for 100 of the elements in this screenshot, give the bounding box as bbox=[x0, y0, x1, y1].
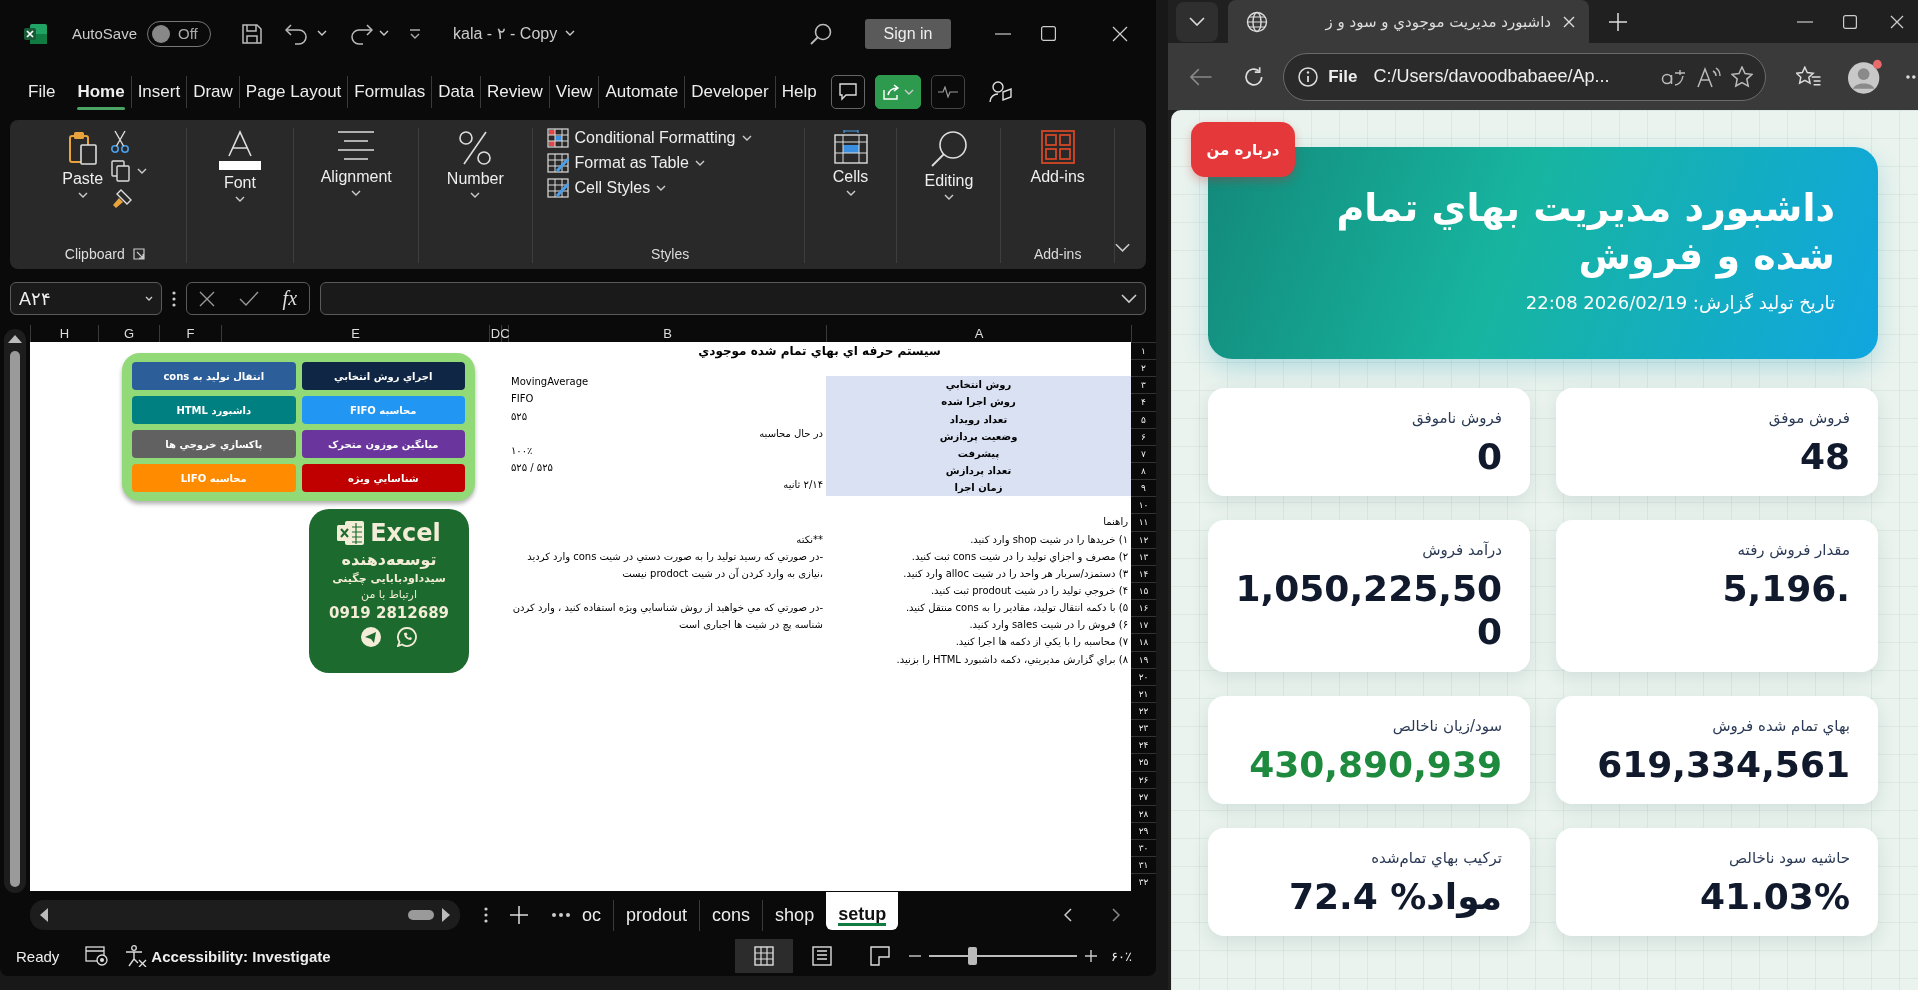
view-button[interactable] bbox=[735, 939, 793, 973]
caret-icon[interactable] bbox=[565, 30, 576, 37]
number-button[interactable]: Number bbox=[446, 128, 504, 199]
cells-button[interactable]: Cells bbox=[832, 128, 869, 197]
row-header[interactable]: ۲۴ bbox=[1131, 736, 1156, 754]
formula-input[interactable] bbox=[320, 282, 1146, 315]
more-menu-icon[interactable] bbox=[1906, 74, 1918, 79]
minimize-icon[interactable] bbox=[1797, 20, 1813, 23]
row-header[interactable]: ۱۶ bbox=[1131, 599, 1156, 617]
row-header[interactable]: ۱۸ bbox=[1131, 633, 1156, 651]
scrollbar-thumb[interactable] bbox=[408, 910, 434, 920]
macro-button[interactable]: میانگین موزون متحرک bbox=[301, 430, 465, 458]
favorites-icon[interactable] bbox=[1795, 65, 1822, 88]
sheet-tab[interactable]: setup bbox=[826, 892, 899, 930]
back-arrow-icon[interactable] bbox=[1190, 67, 1212, 86]
activity-button[interactable] bbox=[930, 75, 965, 109]
macro-button[interactable]: پاکسازي خروجي ها bbox=[132, 430, 296, 458]
row-header[interactable]: ۲۳ bbox=[1131, 719, 1156, 737]
star-icon[interactable] bbox=[1730, 65, 1753, 88]
more-options-icon[interactable] bbox=[172, 290, 176, 307]
styles-command[interactable]: Conditional Formatting bbox=[546, 128, 752, 148]
row-header[interactable]: ۴ bbox=[1131, 393, 1156, 411]
column-header[interactable]: D bbox=[489, 325, 501, 342]
expand-chevron-icon[interactable] bbox=[1121, 293, 1137, 304]
save-icon[interactable] bbox=[241, 22, 264, 45]
column-header[interactable]: E bbox=[221, 325, 489, 342]
horizontal-scrollbar[interactable] bbox=[30, 900, 460, 930]
address-bar[interactable]: File C:/Users/davoodbabaee/Ap... bbox=[1283, 52, 1766, 101]
row-header[interactable]: ۹ bbox=[1131, 479, 1156, 497]
column-header[interactable]: B bbox=[508, 325, 826, 342]
caret-icon[interactable] bbox=[145, 295, 153, 302]
coauthor-icon[interactable] bbox=[988, 80, 1013, 104]
search-icon[interactable] bbox=[809, 21, 833, 46]
profile-avatar-icon[interactable] bbox=[1847, 58, 1885, 95]
macro-button[interactable]: انتقال تولید به cons bbox=[132, 362, 296, 390]
menu-tab[interactable]: Automate bbox=[598, 76, 685, 108]
row-header[interactable]: ۳۲ bbox=[1131, 873, 1156, 891]
insert-function-button[interactable]: fx bbox=[282, 287, 298, 310]
menu-tab[interactable]: Help bbox=[774, 76, 823, 108]
macro-button[interactable]: شناسایي ویژه bbox=[301, 464, 465, 492]
caret-icon[interactable] bbox=[379, 30, 390, 37]
paste-button[interactable]: Paste bbox=[62, 128, 104, 199]
share-button[interactable] bbox=[874, 75, 921, 109]
macro-button[interactable]: داشبورد HTML bbox=[132, 396, 296, 424]
column-header[interactable]: F bbox=[159, 325, 221, 342]
minimize-icon[interactable] bbox=[995, 32, 1011, 35]
accessibility-icon[interactable] bbox=[125, 945, 148, 967]
row-header[interactable]: ۳ bbox=[1131, 376, 1156, 394]
macro-recording-icon[interactable] bbox=[85, 946, 110, 966]
customize-caret-icon[interactable] bbox=[409, 28, 422, 39]
row-header[interactable]: ۱۷ bbox=[1131, 616, 1156, 634]
row-header[interactable]: ۱۰ bbox=[1131, 496, 1156, 514]
caret-icon[interactable] bbox=[317, 30, 328, 37]
maximize-icon[interactable] bbox=[1843, 14, 1857, 29]
editing-button[interactable]: Editing bbox=[924, 128, 974, 201]
menu-tab[interactable]: Page Layout bbox=[238, 76, 348, 108]
column-header[interactable]: G bbox=[98, 325, 159, 342]
scrollbar-thumb[interactable] bbox=[10, 351, 20, 887]
macro-button[interactable]: اجراي روش انتخابي bbox=[301, 362, 465, 390]
file-menu-button[interactable]: File bbox=[22, 76, 62, 108]
row-header[interactable]: ۱۱ bbox=[1131, 513, 1156, 531]
copy-icon[interactable] bbox=[111, 160, 132, 182]
maximize-icon[interactable] bbox=[1041, 26, 1056, 41]
add-sheet-icon[interactable] bbox=[510, 906, 528, 924]
row-header[interactable]: ۳۰ bbox=[1131, 839, 1156, 857]
menu-tab[interactable]: Developer bbox=[684, 76, 775, 108]
styles-command[interactable]: Cell Styles bbox=[546, 178, 752, 198]
browser-tab[interactable]: داشبورد مديريت موجودي و سود و ز bbox=[1228, 0, 1589, 43]
menu-tab[interactable]: Formulas bbox=[347, 76, 432, 108]
add-ins-button[interactable]: Add-ins bbox=[1030, 128, 1085, 186]
font-button[interactable]: Font bbox=[218, 128, 261, 203]
zoom-in-icon[interactable] bbox=[1085, 950, 1097, 962]
row-header[interactable]: ۲ bbox=[1131, 359, 1156, 377]
styles-command[interactable]: Format as Table bbox=[546, 153, 752, 173]
menu-tab[interactable]: Data bbox=[431, 76, 481, 108]
next-sheet-icon[interactable] bbox=[1112, 908, 1120, 922]
read-aloud-icon[interactable] bbox=[1696, 65, 1721, 88]
sheet-tab[interactable]: cons bbox=[699, 899, 763, 931]
about-me-button[interactable]: درباره من bbox=[1191, 122, 1295, 177]
accessibility-status[interactable]: Accessibility: Investigate bbox=[151, 947, 331, 965]
column-header[interactable]: A bbox=[826, 325, 1131, 342]
cut-icon[interactable] bbox=[111, 130, 130, 154]
menu-tab[interactable]: Home bbox=[71, 76, 131, 108]
collapse-ribbon-icon[interactable] bbox=[1114, 243, 1130, 253]
vertical-scrollbar[interactable] bbox=[4, 329, 26, 893]
sheet-tab[interactable]: prodout bbox=[613, 899, 700, 931]
previous-sheet-icon[interactable] bbox=[1064, 908, 1072, 922]
menu-tab[interactable]: View bbox=[548, 76, 599, 108]
close-icon[interactable] bbox=[1112, 25, 1128, 42]
caret-icon[interactable] bbox=[137, 167, 148, 175]
row-header[interactable]: ۱ bbox=[1131, 342, 1156, 360]
close-icon[interactable] bbox=[1563, 15, 1575, 28]
sheet-tab[interactable]: shop bbox=[762, 899, 827, 931]
menu-tab[interactable]: Review bbox=[480, 76, 549, 108]
alignment-button[interactable]: Alignment bbox=[320, 128, 392, 197]
more-sheets-icon[interactable] bbox=[552, 913, 570, 917]
row-header[interactable]: ۲۵ bbox=[1131, 753, 1156, 771]
comments-button[interactable] bbox=[830, 75, 865, 109]
dialog-launcher-icon[interactable] bbox=[132, 248, 145, 260]
row-header[interactable]: ۳۱ bbox=[1131, 856, 1156, 874]
